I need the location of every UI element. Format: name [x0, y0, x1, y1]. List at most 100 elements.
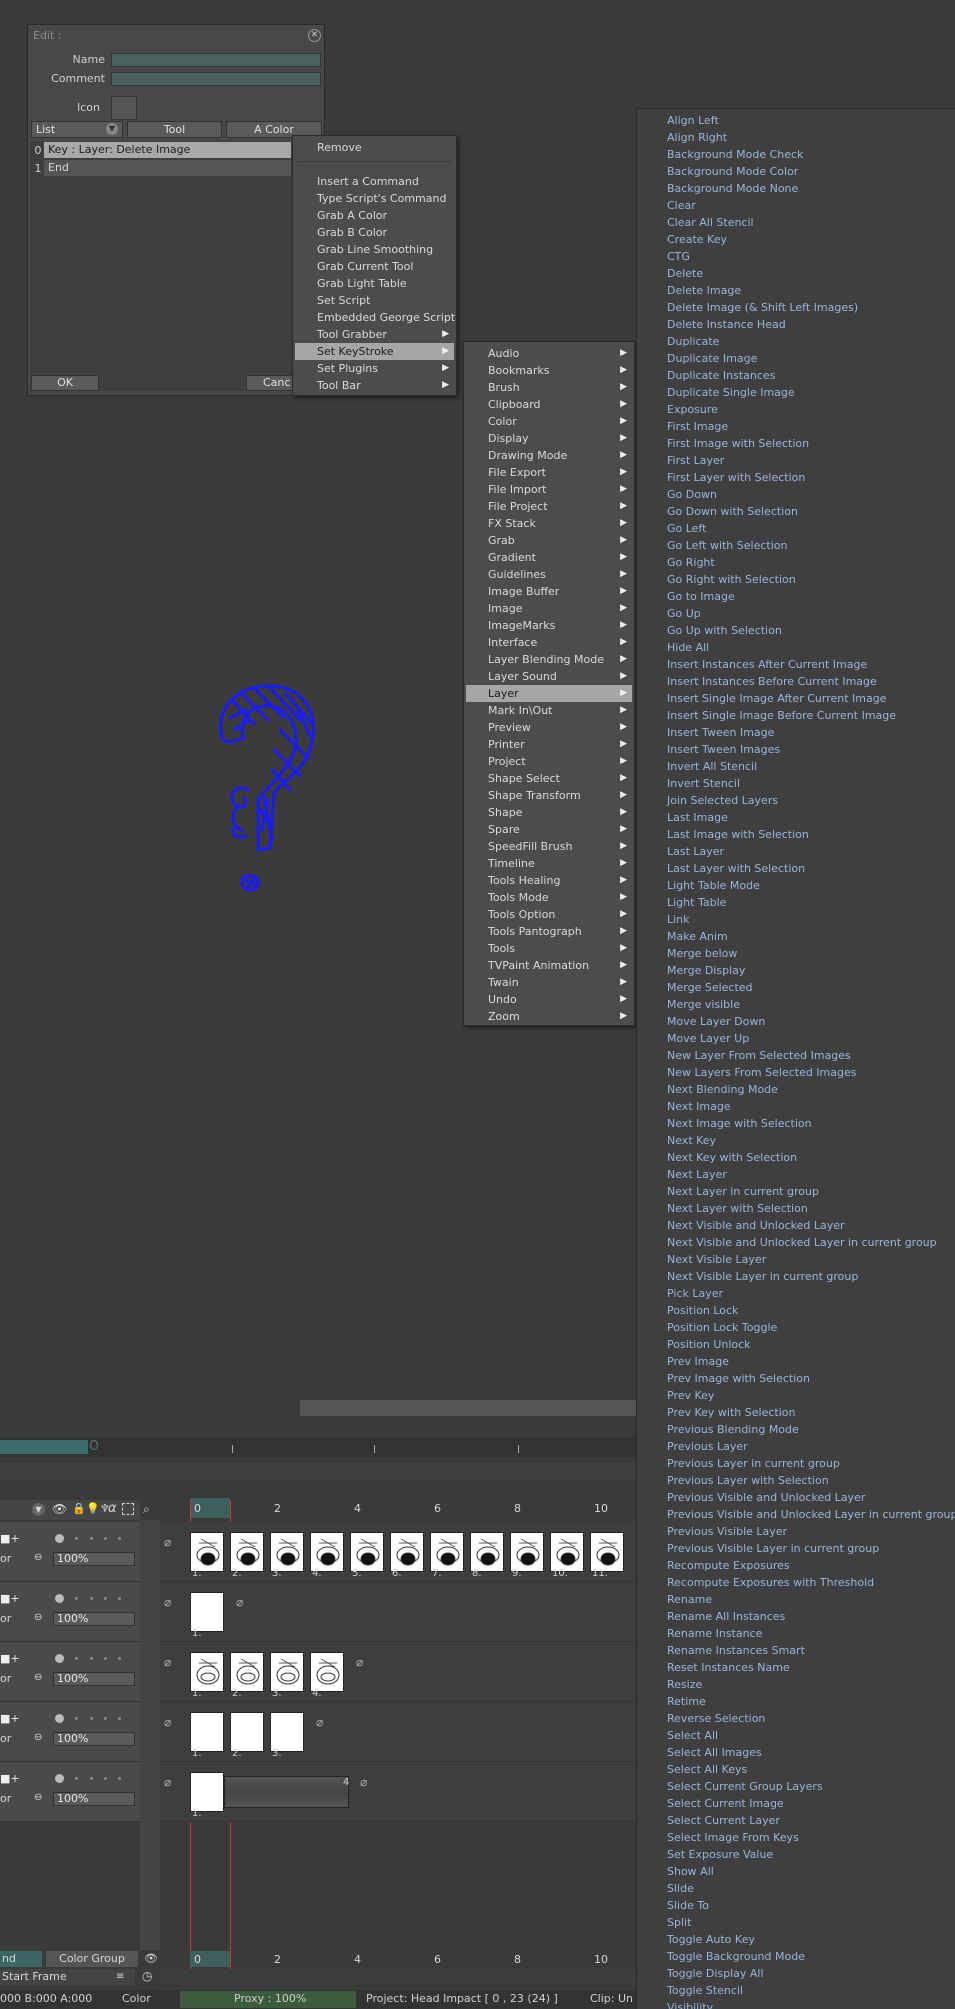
visibility-dot-icon[interactable]: [55, 1654, 64, 1663]
menu-item-insert-command[interactable]: Insert a Command: [295, 173, 454, 190]
menu-item-insert-single-image-before-current-image[interactable]: Insert Single Image Before Current Image: [639, 707, 955, 724]
menu-item-go-up[interactable]: Go Up: [639, 605, 955, 622]
opacity-field[interactable]: 100%: [53, 1672, 135, 1686]
menu-item-interface[interactable]: Interface ▶: [466, 634, 632, 651]
eye-icon[interactable]: 👁: [52, 1502, 67, 1516]
menu-item-set-keystroke[interactable]: Set KeyStroke ▶: [295, 343, 454, 360]
hold-bar[interactable]: 4: [224, 1776, 349, 1808]
menu-item-imagemarks[interactable]: ImageMarks ▶: [466, 617, 632, 634]
name-field[interactable]: [111, 53, 321, 67]
menu-item-move-layer-down[interactable]: Move Layer Down: [639, 1013, 955, 1030]
menu-item-gradient[interactable]: Gradient ▶: [466, 549, 632, 566]
scrub-range[interactable]: [0, 1440, 88, 1454]
menu-item-next-image[interactable]: Next Image: [639, 1098, 955, 1115]
menu-item-go-down[interactable]: Go Down: [639, 486, 955, 503]
list-icon[interactable]: ≡: [116, 1969, 124, 1985]
menu-item-prev-image-with-selection[interactable]: Prev Image with Selection: [639, 1370, 955, 1387]
menu-item-undo[interactable]: Undo ▶: [466, 991, 632, 1008]
layer-track[interactable]: ⌀ 1. 2. 3. ⌀: [160, 1702, 636, 1762]
list-item[interactable]: 1 End: [30, 160, 295, 177]
menu-item-new-layer-from-selected-images[interactable]: New Layer From Selected Images: [639, 1047, 955, 1064]
tab-tool[interactable]: Tool: [127, 121, 222, 138]
tab-color-group[interactable]: Color Group: [46, 1951, 138, 1967]
menu-item-set-plugins[interactable]: Set Plugins ▶: [295, 360, 454, 377]
menu-item-color[interactable]: Color ▶: [466, 413, 632, 430]
menu-item-hide-all[interactable]: Hide All: [639, 639, 955, 656]
menu-item-rename-instance[interactable]: Rename Instance: [639, 1625, 955, 1642]
menu-item-position-unlock[interactable]: Position Unlock: [639, 1336, 955, 1353]
frame-thumbnail[interactable]: [310, 1532, 344, 1572]
menu-item-reset-instances-name[interactable]: Reset Instances Name: [639, 1659, 955, 1676]
frame-thumbnail[interactable]: [190, 1712, 224, 1752]
minus-circle-icon[interactable]: ⊖: [34, 1792, 42, 1803]
menu-item-ctg[interactable]: CTG: [639, 248, 955, 265]
menu-item-light-table[interactable]: Light Table: [639, 894, 955, 911]
menu-item-merge-visible[interactable]: Merge visible: [639, 996, 955, 1013]
menu-item-new-layers-from-selected-images[interactable]: New Layers From Selected Images: [639, 1064, 955, 1081]
menu-item-next-visible-layer[interactable]: Next Visible Layer: [639, 1251, 955, 1268]
menu-item-previous-visible-and-unlocked-layer[interactable]: Previous Visible and Unlocked Layer: [639, 1489, 955, 1506]
frame-thumbnail[interactable]: [310, 1652, 344, 1692]
frame-thumbnail[interactable]: [190, 1652, 224, 1692]
menu-item-file-export[interactable]: File Export ▶: [466, 464, 632, 481]
layer-row[interactable]: ■+ or ⊖ 100%: [0, 1702, 140, 1762]
frame-thumbnail[interactable]: [510, 1532, 544, 1572]
layer-color-icon[interactable]: ■+: [0, 1532, 20, 1545]
menu-item-timeline[interactable]: Timeline ▶: [466, 855, 632, 872]
menu-item-last-layer[interactable]: Last Layer: [639, 843, 955, 860]
menu-item-insert-tween-images[interactable]: Insert Tween Images: [639, 741, 955, 758]
menu-item-mark-in-out[interactable]: Mark In\Out ▶: [466, 702, 632, 719]
menu-item-next-visible-and-unlocked-layer-in-current-group[interactable]: Next Visible and Unlocked Layer in curre…: [639, 1234, 955, 1251]
frame-thumbnail[interactable]: [270, 1712, 304, 1752]
menu-item-clear[interactable]: Clear: [639, 197, 955, 214]
menu-item-insert-single-image-after-current-image[interactable]: Insert Single Image After Current Image: [639, 690, 955, 707]
frame-thumbnail[interactable]: [430, 1532, 464, 1572]
layer-row[interactable]: ■+ or ⊖ 100%: [0, 1642, 140, 1702]
menu-item-show-all[interactable]: Show All: [639, 1863, 955, 1880]
menu-item-split[interactable]: Split: [639, 1914, 955, 1931]
layer-track[interactable]: ⌀ 1. 2. 3. 4. ⌀: [160, 1642, 636, 1702]
start-frame-field[interactable]: Start Frame ≡: [0, 1969, 135, 1985]
menu-item-shape-select[interactable]: Shape Select ▶: [466, 770, 632, 787]
menu-item-next-layer-with-selection[interactable]: Next Layer with Selection: [639, 1200, 955, 1217]
menu-item-recompute-exposures-with-threshold[interactable]: Recompute Exposures with Threshold: [639, 1574, 955, 1591]
menu-item-grab-a-color[interactable]: Grab A Color: [295, 207, 454, 224]
close-icon[interactable]: ✕: [308, 29, 321, 42]
menu-item-tool-grabber[interactable]: Tool Grabber ▶: [295, 326, 454, 343]
menu-item-move-layer-up[interactable]: Move Layer Up: [639, 1030, 955, 1047]
menu-item-file-import[interactable]: File Import ▶: [466, 481, 632, 498]
selection-icon[interactable]: [122, 1503, 134, 1515]
menu-item-grab-line-smoothing[interactable]: Grab Line Smoothing: [295, 241, 454, 258]
menu-item-tools-pantograph[interactable]: Tools Pantograph ▶: [466, 923, 632, 940]
menu-item-align-left[interactable]: Align Left: [639, 112, 955, 129]
menu-item-guidelines[interactable]: Guidelines ▶: [466, 566, 632, 583]
menu-item-layer-blending-mode[interactable]: Layer Blending Mode ▶: [466, 651, 632, 668]
menu-item-delete-image[interactable]: Delete Image: [639, 282, 955, 299]
menu-item-layer-sound[interactable]: Layer Sound ▶: [466, 668, 632, 685]
frame-thumbnail[interactable]: [270, 1532, 304, 1572]
menu-item-tools-mode[interactable]: Tools Mode ▶: [466, 889, 632, 906]
list-item[interactable]: 0 Key : Layer: Delete Image: [30, 142, 295, 159]
menu-item-display[interactable]: Display ▶: [466, 430, 632, 447]
menu-item-rename-all-instances[interactable]: Rename All Instances: [639, 1608, 955, 1625]
menu-item-next-blending-mode[interactable]: Next Blending Mode: [639, 1081, 955, 1098]
menu-item-select-all-images[interactable]: Select All Images: [639, 1744, 955, 1761]
menu-item-grab-light-table[interactable]: Grab Light Table: [295, 275, 454, 292]
menu-item-grab[interactable]: Grab ▶: [466, 532, 632, 549]
menu-item-rename-instances-smart[interactable]: Rename Instances Smart: [639, 1642, 955, 1659]
menu-item-embedded-george-script[interactable]: Embedded George Script: [295, 309, 455, 326]
layer-row[interactable]: ■+ or ⊖ 100%: [0, 1522, 140, 1582]
visibility-dot-icon[interactable]: [55, 1774, 64, 1783]
menu-item-go-left[interactable]: Go Left: [639, 520, 955, 537]
menu-item-visibility[interactable]: Visibility: [639, 1999, 955, 2009]
menu-item-toggle-auto-key[interactable]: Toggle Auto Key: [639, 1931, 955, 1948]
menu-item-clipboard[interactable]: Clipboard ▶: [466, 396, 632, 413]
menu-item-create-key[interactable]: Create Key: [639, 231, 955, 248]
clock-icon[interactable]: ◷: [142, 1969, 152, 1983]
layer-color-icon[interactable]: ■+: [0, 1712, 20, 1725]
menu-item-rename[interactable]: Rename: [639, 1591, 955, 1608]
menu-item-slide[interactable]: Slide: [639, 1880, 955, 1897]
menu-item-recompute-exposures[interactable]: Recompute Exposures: [639, 1557, 955, 1574]
menu-item-background-mode-color[interactable]: Background Mode Color: [639, 163, 955, 180]
menu-item-project[interactable]: Project ▶: [466, 753, 632, 770]
